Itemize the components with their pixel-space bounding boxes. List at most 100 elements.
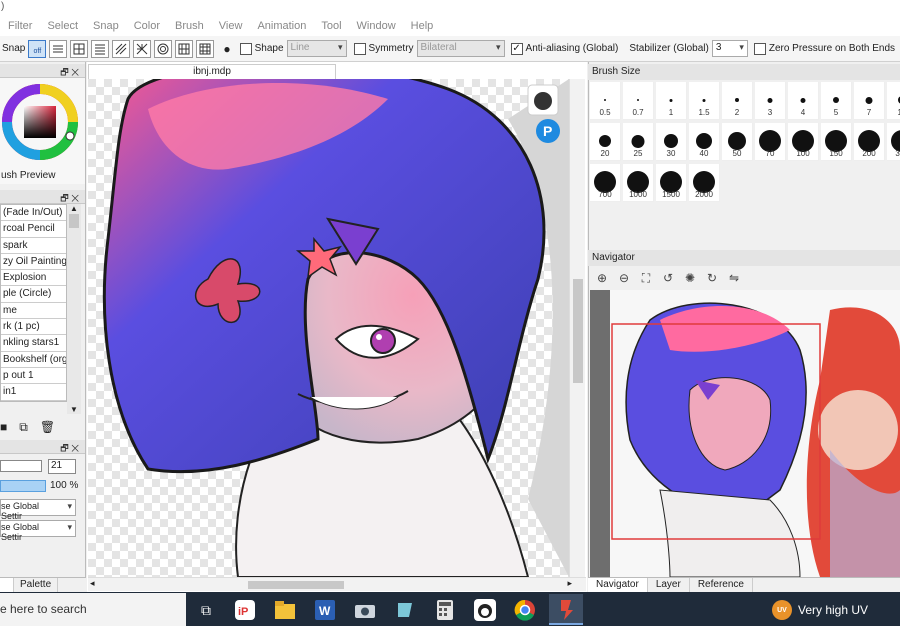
snap-circle-button[interactable] [154,39,173,58]
snap-perspective-button[interactable] [112,39,131,58]
snap-3d-button[interactable] [196,39,215,58]
chrome-icon[interactable] [512,597,538,623]
brush-size-cell[interactable]: 20 [590,123,621,161]
brush-size-cell[interactable]: 5 [821,82,852,120]
shape-checkbox[interactable] [239,42,252,55]
brush-size-cell[interactable]: 2 [722,82,753,120]
brush-list-item[interactable]: p out 1 [1,368,66,385]
penguin-app-icon[interactable] [472,597,498,623]
brush-list-item[interactable]: ple (Circle) [1,286,66,303]
scroll-down-icon[interactable]: ▼ [67,405,81,414]
tab-navigator[interactable]: Navigator [588,578,648,592]
brush-square-icon[interactable]: ■ [0,420,7,434]
snap-point-icon[interactable]: ● [223,42,230,56]
brush-size-cell[interactable]: 0.5 [590,82,621,120]
brush-list-item[interactable]: Explosion [1,270,66,287]
menu-brush[interactable]: Brush [175,20,204,32]
file-explorer-icon[interactable] [272,597,298,623]
scroll-thumb[interactable] [69,214,79,228]
sticky-notes-icon[interactable] [392,597,418,623]
reset-rotation-icon[interactable]: ✺ [682,270,698,286]
rotate-right-icon[interactable]: ↻ [704,270,720,286]
brush-size-cell[interactable]: 0.7 [623,82,654,120]
weather-widget[interactable]: UV Very high UV [772,598,900,622]
camera-app-icon[interactable] [352,597,378,623]
snap-parallel-button[interactable] [49,39,68,58]
brush-size-cell[interactable]: 100 [788,123,819,161]
zero-pressure-checkbox[interactable] [753,42,766,55]
vscroll-thumb[interactable] [573,279,583,383]
delete-brush-icon[interactable]: 🗑 [40,420,55,434]
brush-list-item[interactable]: rcoal Pencil [1,221,66,238]
menu-view[interactable]: View [219,20,243,32]
brush-list-item[interactable]: nkling stars1 [1,335,66,352]
ibispaint-app-icon[interactable]: iP [232,597,258,623]
snap-lines-button[interactable] [91,39,110,58]
brush-list-item[interactable]: rk (1 pc) [1,319,66,336]
brush-list-item[interactable]: zy Oil Painting B [1,254,66,271]
hscroll-right-icon[interactable]: ▸ [567,578,572,589]
global-setting-dropdown-2[interactable]: se Global Settir [0,520,76,542]
fit-view-icon[interactable]: ⛶ [638,270,654,286]
brush-list-item[interactable]: in1 [1,384,66,401]
brush-size-cell[interactable]: 7 [854,82,885,120]
brush-size-cell[interactable]: 70 [755,123,786,161]
palette-tab[interactable]: Palette [14,578,59,592]
tab-reference[interactable]: Reference [690,578,753,592]
brush-size-cell[interactable]: 1 [656,82,687,120]
brush-size-cell[interactable]: 4 [788,82,819,120]
menu-color[interactable]: Color [134,20,160,32]
calculator-icon[interactable] [432,597,458,623]
menu-snap[interactable]: Snap [93,20,119,32]
brush-list-scrollbar[interactable]: ▲ ▼ [67,204,81,414]
snap-curve-button[interactable] [175,39,194,58]
canvas-horizontal-scrollbar[interactable]: ◂ ▸ [88,577,586,591]
opacity-slider[interactable] [0,480,46,492]
menu-help[interactable]: Help [411,20,434,32]
brush-size-cell[interactable]: 50 [722,123,753,161]
document-tab[interactable]: ibnj.mdp [88,64,336,79]
canvas-vertical-scrollbar[interactable] [569,79,585,577]
flip-horizontal-icon[interactable]: ⇋ [726,270,742,286]
brush-size-cell[interactable]: 700 [590,164,621,202]
navigator-preview[interactable] [590,290,900,577]
hscroll-thumb[interactable] [248,581,344,589]
brush-list-item[interactable]: (Fade In/Out) [1,205,66,222]
brush-size-cell[interactable]: 1.5 [689,82,720,120]
zoom-in-icon[interactable]: ⊕ [594,270,610,286]
tab-layer[interactable]: Layer [648,578,690,592]
brush-list-item[interactable]: spark [1,238,66,254]
taskbar-search-input[interactable]: e here to search [0,593,186,626]
brush-size-cell[interactable]: 2000 [689,164,720,202]
size-slider[interactable] [0,460,42,472]
color-wheel[interactable] [0,78,86,170]
menu-animation[interactable]: Animation [257,20,306,32]
brush-list-item[interactable]: Bookshelf (orga [1,352,66,368]
size-value-field[interactable]: 21 [48,459,76,474]
word-app-icon[interactable]: W [312,597,338,623]
menu-tool[interactable]: Tool [321,20,341,32]
antialias-checkbox[interactable]: ✓ [510,42,523,55]
brush-size-cell[interactable]: 10 [887,82,900,120]
symmetry-checkbox[interactable] [353,42,366,55]
symmetry-dropdown[interactable]: Bilateral [416,40,505,57]
brush-size-cell[interactable]: 1500 [656,164,687,202]
duplicate-brush-icon[interactable]: ⧉ [19,420,28,435]
task-view-icon[interactable]: ⧉ [193,597,219,623]
brush-size-cell[interactable]: 3 [755,82,786,120]
snap-grid-button[interactable] [70,39,89,58]
menu-select[interactable]: Select [47,20,78,32]
brush-size-cell[interactable]: 200 [854,123,885,161]
stabilizer-dropdown[interactable]: 3 [711,40,748,57]
brush-size-cell[interactable]: 150 [821,123,852,161]
snap-off-button[interactable]: off [28,39,47,58]
left-tab-stub[interactable] [0,578,14,592]
medibang-taskbar-icon[interactable] [549,594,583,625]
menu-window[interactable]: Window [357,20,396,32]
snap-radial-button[interactable] [133,39,152,58]
brush-size-cell[interactable]: 300 [887,123,900,161]
brush-list-item[interactable]: me [1,303,66,320]
artwork-canvas[interactable]: P [88,79,569,577]
menu-filter[interactable]: Filter [8,20,32,32]
global-setting-dropdown-1[interactable]: se Global Settir [0,499,76,521]
